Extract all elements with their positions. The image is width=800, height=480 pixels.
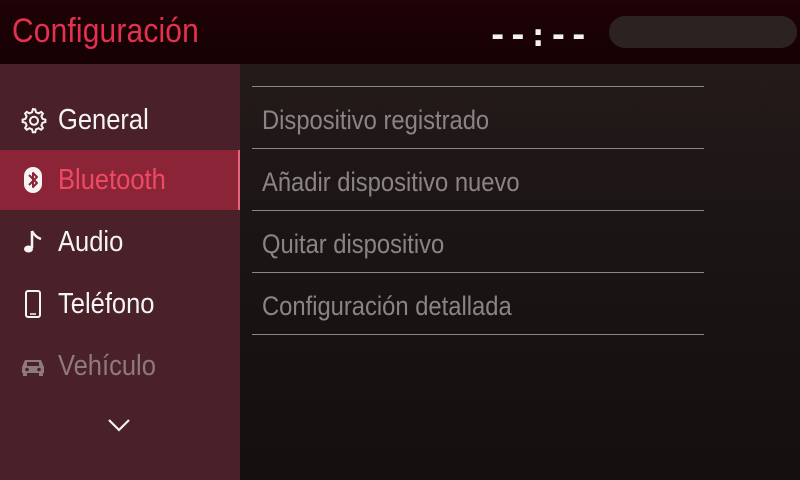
header-bar: Configuración --:-- <box>0 0 800 64</box>
sidebar-item-label: Audio <box>58 225 124 258</box>
list-divider <box>252 210 704 211</box>
list-item-detailed-settings[interactable]: Configuración detallada <box>252 276 704 336</box>
sidebar-item-label: Teléfono <box>58 287 155 320</box>
status-bar-pill <box>609 16 797 48</box>
list-divider <box>252 334 704 335</box>
list-item-add-device[interactable]: Añadir dispositivo nuevo <box>252 152 704 212</box>
phone-icon <box>18 289 48 319</box>
list-divider <box>252 272 704 273</box>
sidebar-item-audio[interactable]: Audio <box>0 212 240 272</box>
sidebar-item-label: General <box>58 103 149 136</box>
list-item-label: Quitar dispositivo <box>262 228 445 259</box>
list-item-label: Añadir dispositivo nuevo <box>262 166 520 197</box>
list-divider <box>252 148 704 149</box>
chevron-down-icon[interactable] <box>104 410 134 440</box>
sidebar-item-label: Bluetooth <box>58 163 166 196</box>
sidebar-item-telefono[interactable]: Teléfono <box>0 274 240 334</box>
list-item-label: Dispositivo registrado <box>262 104 490 135</box>
page-title: Configuración <box>12 12 199 50</box>
list-item-label: Configuración detallada <box>262 290 512 321</box>
clock-display: --:-- <box>488 16 590 54</box>
bluetooth-icon <box>18 165 48 195</box>
gear-icon <box>18 105 48 135</box>
bluetooth-settings-list: Dispositivo registrado Añadir dispositiv… <box>240 64 800 480</box>
list-divider <box>252 86 704 87</box>
sidebar-item-label: Vehículo <box>58 349 156 382</box>
list-item-registered-device[interactable]: Dispositivo registrado <box>252 90 704 150</box>
car-icon <box>18 351 48 381</box>
sidebar-item-general[interactable]: General <box>0 90 240 150</box>
sidebar-item-bluetooth[interactable]: Bluetooth <box>0 150 240 210</box>
list-item-remove-device[interactable]: Quitar dispositivo <box>252 214 704 274</box>
music-note-icon <box>18 227 48 257</box>
sidebar-item-vehiculo[interactable]: Vehículo <box>0 336 240 396</box>
